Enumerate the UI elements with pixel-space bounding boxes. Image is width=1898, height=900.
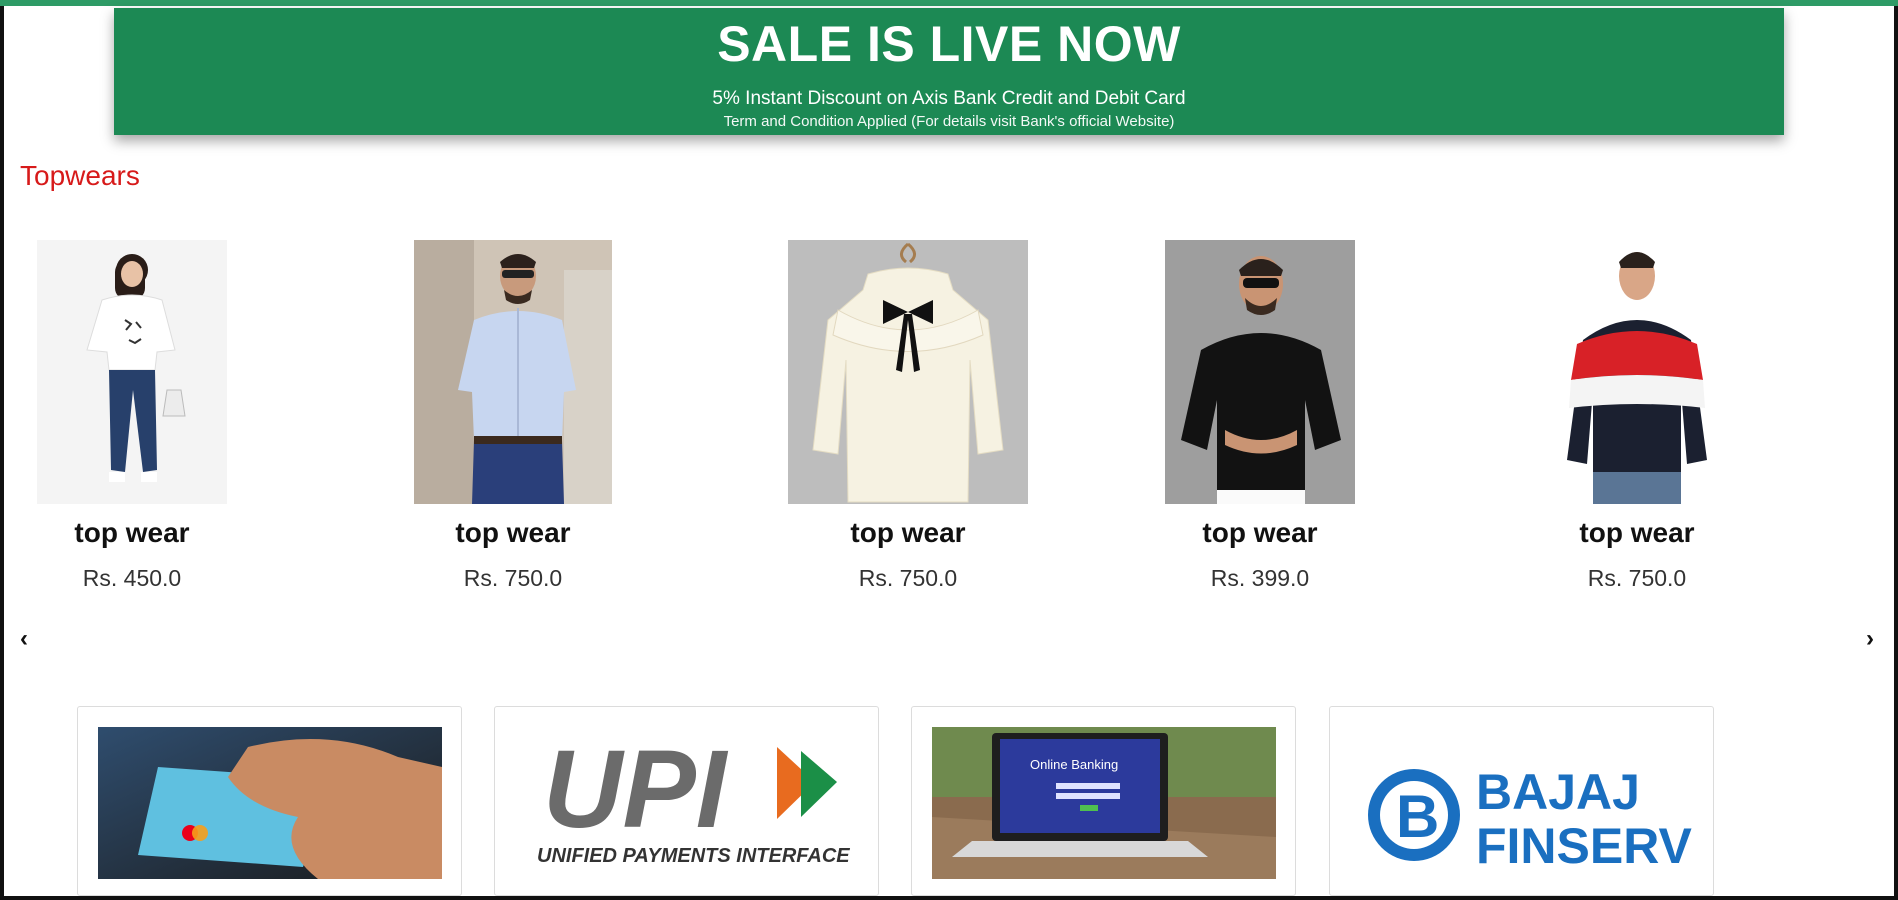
product-image[interactable] bbox=[1557, 240, 1717, 504]
product-name[interactable]: top wear bbox=[2, 516, 262, 550]
banner-terms-text: Term and Condition Applied (For details … bbox=[723, 113, 1175, 130]
top-strip bbox=[0, 0, 1898, 6]
carousel-prev-button[interactable]: ‹ bbox=[20, 627, 28, 651]
banner-discount-text: 5% Instant Discount on Axis Bank Credit … bbox=[712, 88, 1186, 109]
svg-text:B: B bbox=[1396, 783, 1439, 850]
product-price: Rs. 750.0 bbox=[463, 565, 563, 591]
credit-card-photo bbox=[98, 727, 442, 879]
upi-logo-text: UPI bbox=[543, 728, 729, 851]
product-card[interactable]: top wear Rs. 399.0 bbox=[1130, 240, 1390, 592]
payment-option-card[interactable]: Online Banking bbox=[911, 706, 1296, 896]
payment-option-card[interactable]: UPI UNIFIED PAYMENTS INTERFACE bbox=[494, 706, 879, 896]
banner-title: SALE IS LIVE NOW bbox=[717, 16, 1181, 72]
product-price: Rs. 450.0 bbox=[82, 565, 182, 591]
bajaj-line1: BAJAJ bbox=[1476, 764, 1640, 820]
product-name[interactable]: top wear bbox=[778, 516, 1038, 550]
product-price: Rs. 750.0 bbox=[858, 565, 958, 591]
bajaj-line2: FINSERV bbox=[1476, 818, 1692, 874]
payment-option-card[interactable]: B BAJAJ FINSERV bbox=[1329, 706, 1714, 896]
product-image[interactable] bbox=[1165, 240, 1355, 504]
bajaj-finserv-logo: B BAJAJ FINSERV bbox=[1350, 727, 1694, 879]
product-image[interactable] bbox=[414, 240, 612, 504]
section-title: Topwears bbox=[20, 160, 140, 191]
product-name[interactable]: top wear bbox=[1507, 516, 1767, 550]
product-card[interactable]: top wear Rs. 750.0 bbox=[1507, 240, 1767, 592]
product-image[interactable] bbox=[788, 240, 1028, 504]
carousel-next-button[interactable]: › bbox=[1866, 627, 1874, 651]
upi-logo: UPI UNIFIED PAYMENTS INTERFACE bbox=[515, 727, 859, 879]
netbanking-screen-text: Online Banking bbox=[1030, 757, 1118, 772]
product-name[interactable]: top wear bbox=[383, 516, 643, 550]
payment-option-card[interactable] bbox=[77, 706, 462, 896]
product-card[interactable]: top wear Rs. 750.0 bbox=[778, 240, 1038, 592]
netbanking-photo: Online Banking bbox=[932, 727, 1276, 879]
product-card[interactable]: top wear Rs. 450.0 bbox=[2, 240, 262, 592]
sale-banner[interactable]: SALE IS LIVE NOW 5% Instant Discount on … bbox=[114, 8, 1784, 135]
product-card[interactable]: top wear Rs. 750.0 bbox=[383, 240, 643, 592]
upi-caption: UNIFIED PAYMENTS INTERFACE bbox=[537, 845, 850, 867]
product-price: Rs. 399.0 bbox=[1210, 565, 1310, 591]
product-image[interactable] bbox=[37, 240, 227, 504]
product-name[interactable]: top wear bbox=[1130, 516, 1390, 550]
product-price: Rs. 750.0 bbox=[1587, 565, 1687, 591]
